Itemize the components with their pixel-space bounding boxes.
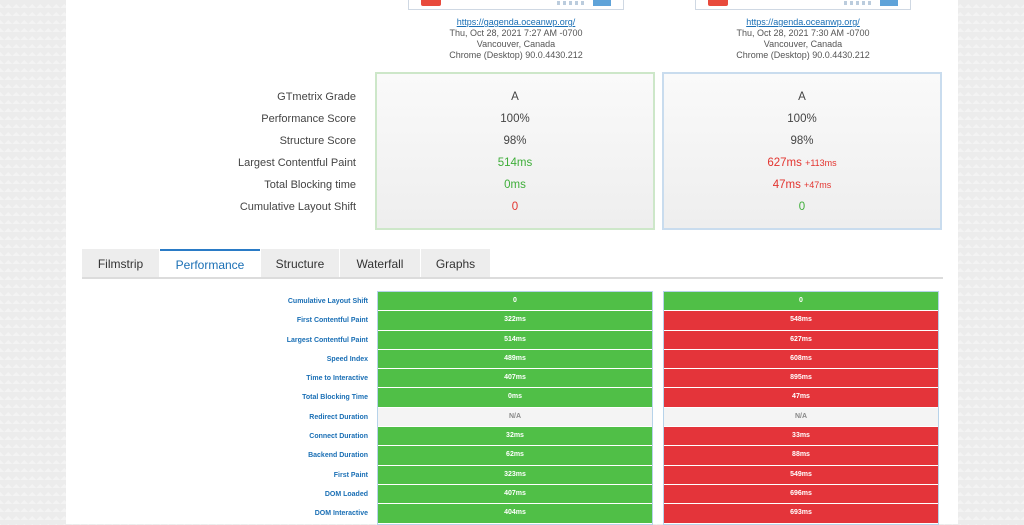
metric-label: Backend Duration bbox=[308, 452, 368, 460]
site-b-metric-cell: 693ms bbox=[664, 504, 938, 523]
site-a-performance-score: 100% bbox=[500, 113, 530, 125]
tab-performance[interactable]: Performance bbox=[160, 249, 260, 279]
site-b-url-link[interactable]: https://agenda.oceanwp.org/ bbox=[683, 17, 923, 28]
site-b-tbt-delta: +47ms bbox=[804, 180, 832, 190]
site-a-date: Thu, Oct 28, 2021 7:27 AM -0700 bbox=[449, 28, 583, 38]
site-a-thumbnail[interactable] bbox=[408, 0, 624, 10]
site-a-metric-cell: 489ms bbox=[378, 349, 652, 369]
metric-label: DOM Loaded bbox=[324, 490, 368, 498]
site-b-metric-cell: N/A bbox=[664, 407, 938, 427]
site-a-metric-cell: 62ms bbox=[378, 446, 652, 465]
site-b-lcp-delta: +113ms bbox=[805, 158, 837, 168]
metric-labels: Cumulative Layout Shift First Contentful … bbox=[150, 292, 368, 524]
site-a-metric-cell: 404ms bbox=[378, 504, 652, 523]
site-b-metric-cell: 549ms bbox=[664, 465, 938, 484]
site-b-cls: 0 bbox=[798, 201, 806, 213]
metric-label: Total Blocking Time bbox=[302, 394, 368, 402]
site-a-metric-cell: 0 bbox=[378, 292, 652, 311]
metric-label: First Paint bbox=[333, 471, 368, 479]
site-a-metric-cell: 32ms bbox=[378, 427, 652, 446]
site-b-grade: A bbox=[798, 91, 806, 103]
site-b-lcp-row: 627ms +113ms bbox=[664, 152, 940, 174]
site-b-browser: Chrome (Desktop) 90.0.4430.212 bbox=[736, 50, 870, 60]
summary-label: Total Blocking time bbox=[264, 179, 356, 191]
metric-label: Redirect Duration bbox=[309, 413, 368, 421]
site-b-date: Thu, Oct 28, 2021 7:30 AM -0700 bbox=[736, 28, 870, 38]
metric-label: DOM Interactive bbox=[314, 510, 368, 518]
site-b-tbt: 47ms bbox=[772, 179, 801, 191]
site-a-metric-cell: N/A bbox=[378, 407, 652, 427]
site-a-metric-cell: 407ms bbox=[378, 369, 652, 388]
tab-graphs[interactable]: Graphs bbox=[421, 249, 490, 277]
site-a-browser: Chrome (Desktop) 90.0.4430.212 bbox=[449, 50, 583, 60]
site-a-metric-cell: 322ms bbox=[378, 311, 652, 330]
site-a-url-link[interactable]: https://gagenda.oceanwp.org/ bbox=[396, 17, 636, 28]
site-b-metric-cell: 627ms bbox=[664, 330, 938, 349]
site-b-location: Vancouver, Canada bbox=[763, 39, 843, 49]
site-b-header: https://agenda.oceanwp.org/ Thu, Oct 28,… bbox=[683, 0, 923, 61]
site-b-metric-cell: 696ms bbox=[664, 484, 938, 504]
metric-label: First Contentful Paint bbox=[296, 317, 368, 325]
site-b-summary-box: A 100% 98% 627ms +113ms 47ms +47ms 0 bbox=[662, 72, 942, 230]
site-a-tbt: 0ms bbox=[504, 179, 526, 191]
site-b-metric-cell: 895ms bbox=[664, 369, 938, 388]
tab-filmstrip[interactable]: Filmstrip bbox=[82, 249, 159, 277]
site-a-grade: A bbox=[511, 91, 519, 103]
site-b-thumbnail[interactable] bbox=[695, 0, 911, 10]
site-a-metric-cell: 514ms bbox=[378, 330, 652, 349]
tab-waterfall[interactable]: Waterfall bbox=[340, 249, 420, 277]
site-a-metric-cell: 407ms bbox=[378, 484, 652, 504]
site-a-summary-box: A 100% 98% 514ms 0ms 0 bbox=[375, 72, 655, 230]
summary-label: Performance Score bbox=[261, 113, 356, 125]
site-b-metric-cell: 47ms bbox=[664, 388, 938, 407]
site-b-metric-cell: 88ms bbox=[664, 446, 938, 465]
site-b-structure-score: 98% bbox=[790, 135, 814, 147]
tab-structure[interactable]: Structure bbox=[261, 249, 339, 277]
summary-label: Cumulative Layout Shift bbox=[239, 201, 356, 213]
tab-divider bbox=[82, 277, 943, 279]
summary-label: GTmetrix Grade bbox=[277, 91, 356, 103]
metric-label: Largest Contentful Paint bbox=[286, 336, 368, 344]
site-a-metric-cell: 323ms bbox=[378, 465, 652, 484]
metric-label: Time to Interactive bbox=[306, 375, 368, 383]
metric-label: Speed Index bbox=[326, 355, 368, 363]
site-b-lcp: 627ms bbox=[767, 157, 802, 169]
metric-label: Cumulative Layout Shift bbox=[287, 298, 368, 305]
site-a-structure-score: 98% bbox=[503, 135, 527, 147]
site-b-metric-cell: 548ms bbox=[664, 311, 938, 330]
metric-label: Connect Duration bbox=[309, 433, 368, 441]
site-a-metrics-column: 0 322ms 514ms 489ms 407ms 0ms N/A 32ms 62ms 323ms… bbox=[377, 291, 653, 525]
site-a-header: https://gagenda.oceanwp.org/ Thu, Oct 28… bbox=[396, 0, 636, 61]
site-a-cls: 0 bbox=[511, 201, 519, 213]
site-a-lcp: 514ms bbox=[497, 157, 533, 169]
site-b-metrics-column: 0 548ms 627ms 608ms 895ms 47ms N/A 33ms 88ms 549m… bbox=[663, 291, 939, 525]
site-b-performance-score: 100% bbox=[787, 113, 817, 125]
site-b-metric-cell: 608ms bbox=[664, 349, 938, 369]
summary-label: Structure Score bbox=[279, 135, 356, 147]
site-a-metric-cell: 0ms bbox=[378, 388, 652, 407]
site-b-metric-cell: 33ms bbox=[664, 427, 938, 446]
site-a-location: Vancouver, Canada bbox=[476, 39, 556, 49]
site-b-tbt-row: 47ms +47ms bbox=[664, 174, 940, 196]
site-b-metric-cell: 0 bbox=[664, 292, 938, 311]
summary-labels: GTmetrix Grade Performance Score Structu… bbox=[150, 86, 356, 218]
summary-label: Largest Contentful Paint bbox=[237, 157, 356, 169]
